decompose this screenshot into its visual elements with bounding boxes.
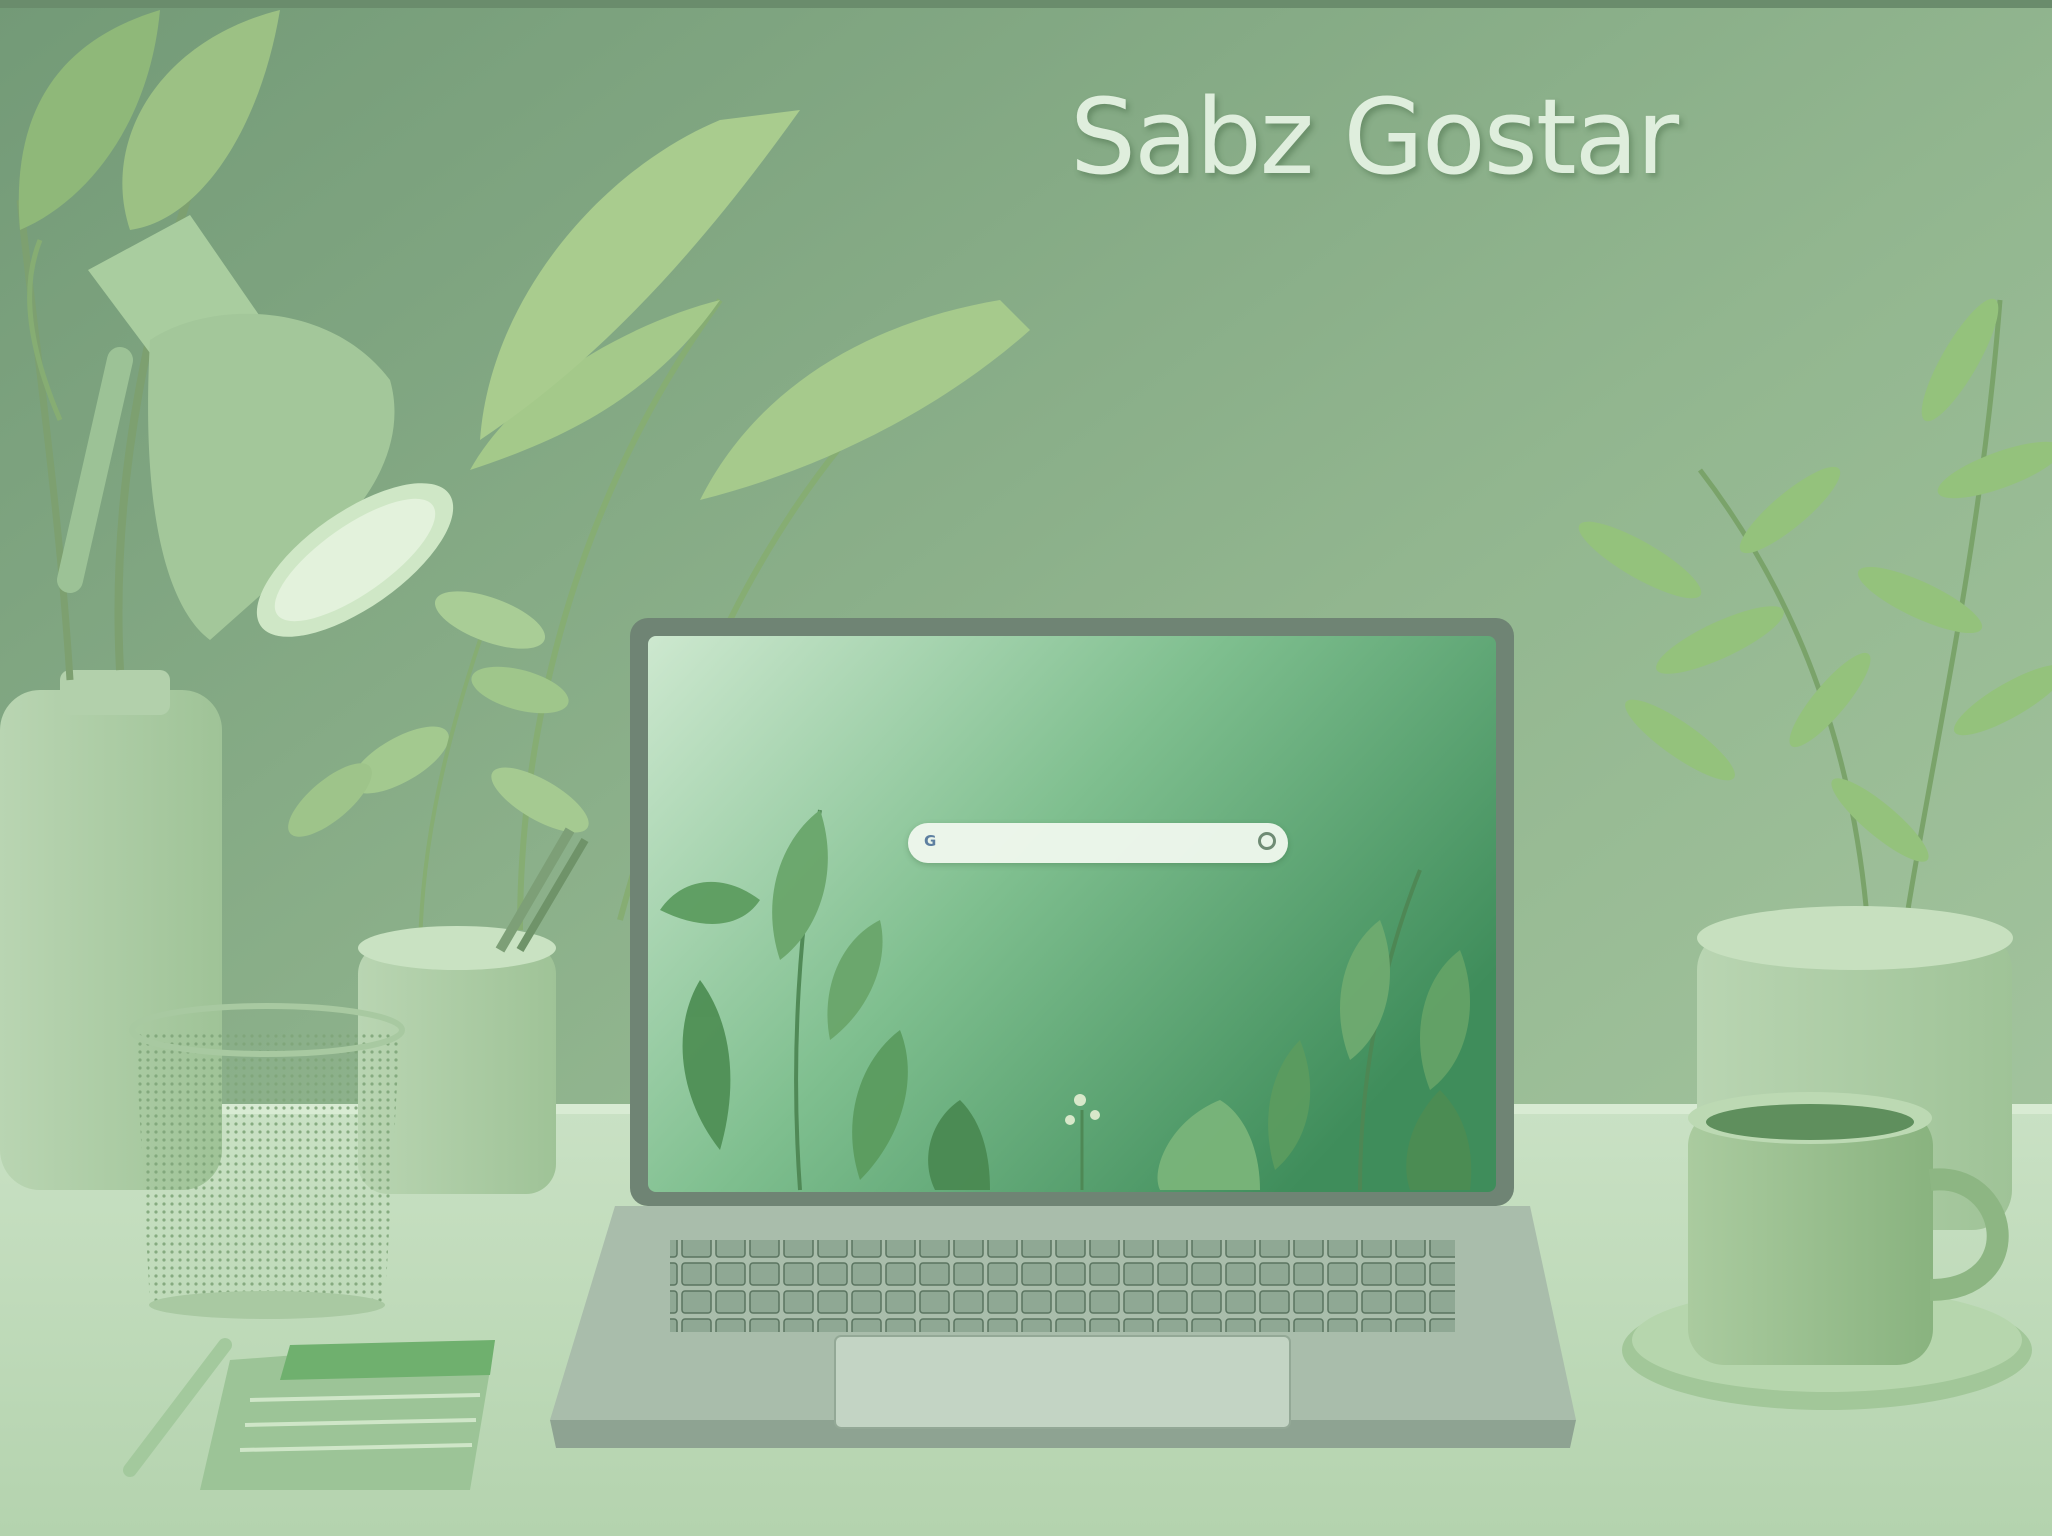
- mic-icon[interactable]: [1258, 832, 1276, 850]
- laptop-search-bar[interactable]: G: [908, 823, 1288, 863]
- scene: Sabz Gostar G: [0, 0, 2052, 1536]
- g-icon: G: [924, 832, 937, 850]
- brand-title: Sabz Gostar: [1070, 76, 1679, 198]
- illustration: [0, 0, 2052, 1536]
